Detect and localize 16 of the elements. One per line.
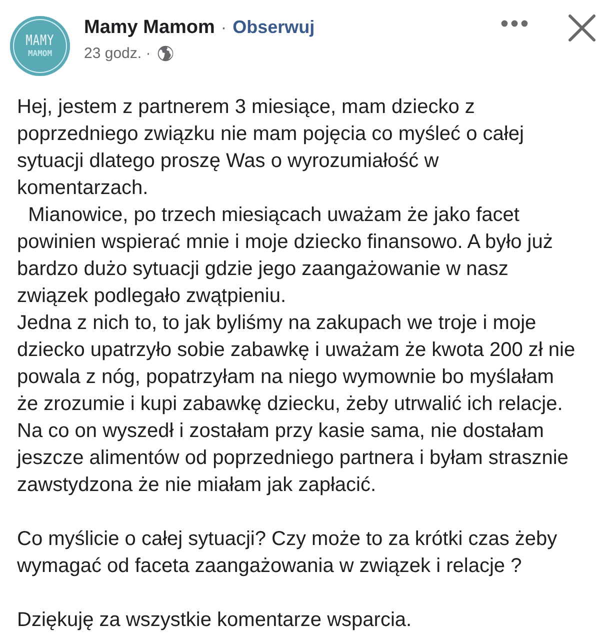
close-button[interactable]	[568, 14, 596, 42]
author-name[interactable]: Mamy Mamom	[84, 17, 215, 39]
post-paragraph: Mianowice, po trzech miesiącach uważam że jako facet powinien wspierać mnie i moje dziecko finansowo. A było już bardzo dużo sytuacji gdzie jego zaangażowanie w nasz związek podlegało zwątpieniu.	[17, 203, 553, 309]
post-paragraph: Hej, jestem z partnerem 3 miesiące, mam dziecko z poprzedniego związku nie mam pojęcia co myśleć o całej sytuacji dlatego proszę Was o wyrozumiałość w komentarzach.	[17, 95, 524, 201]
globe-icon	[156, 45, 174, 62]
logo-text: MAMOM	[28, 48, 52, 58]
separator-text: ·	[220, 18, 227, 38]
follow-link[interactable]: Obserwuj	[232, 17, 315, 38]
post-paragraph: Dziękuję za wszystkie komentarze wsparcia.	[17, 608, 412, 633]
post-paragraph: Jedna z nich to, to jak byliśmy na zakupach we troje i moje dziecko upatrzyło sobie zabawkę i uważam że kwota 200 zł nie powala z nóg, popatrzyłam na niego wymownie bo myślałam że zrozumie i kupi zabawkę dziecku, żeby utrwalić ich relacje. Na co on wyszedł i zostałam przy kasie sama, nie dostałam jeszcze alimentów od poprzedniego partnera i byłam strasznie zawstydzona że nie miałam jak zapłacić.	[17, 311, 576, 498]
more-dots-icon	[501, 20, 528, 27]
more-options-button[interactable]	[501, 20, 528, 27]
post-paragraph: Co myślicie o całej sytuacji? Czy może to za krótki czas żeby wymagać od faceta zaangażowania w związek i relacje ?	[17, 527, 558, 579]
post-time[interactable]: 23 godz. ·	[84, 45, 151, 62]
close-icon	[568, 14, 596, 42]
logo-text: MAMY	[26, 32, 54, 48]
